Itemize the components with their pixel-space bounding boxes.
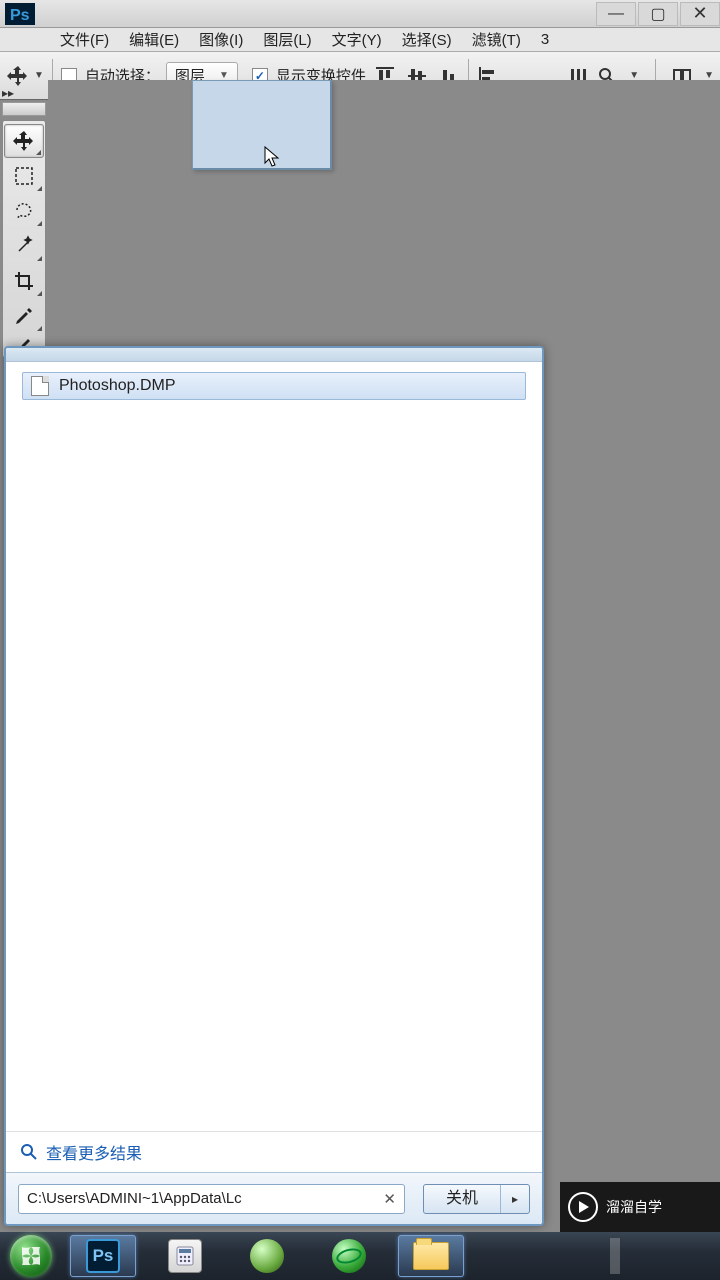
taskbar: Ps <box>0 1232 720 1280</box>
crop-tool[interactable] <box>4 264 44 298</box>
tool-preset-caret-icon[interactable]: ▼ <box>34 70 44 81</box>
close-button[interactable]: ✕ <box>680 2 720 26</box>
folder-icon <box>413 1242 449 1270</box>
search-input-value: C:\Users\ADMINI~1\AppData\Lc <box>27 1190 242 1207</box>
search-results-list: Photoshop.DMP <box>6 362 542 1131</box>
tray-edge <box>610 1238 620 1274</box>
flyout-indicator-icon <box>37 326 42 331</box>
lasso-tool[interactable] <box>4 194 44 228</box>
menu-layer[interactable]: 图层(L) <box>253 27 321 52</box>
menu-select[interactable]: 选择(S) <box>392 27 462 52</box>
windows-logo-icon <box>20 1245 42 1267</box>
panel-collapse-icon[interactable]: ▸▸ <box>2 86 16 100</box>
title-bar: Ps — ▢ ✕ <box>0 0 720 28</box>
power-label: 关机 <box>424 1185 501 1213</box>
menu-filter[interactable]: 滤镜(T) <box>462 27 531 52</box>
see-more-results-link[interactable]: 查看更多结果 <box>6 1131 542 1172</box>
flyout-indicator-icon <box>36 150 41 155</box>
flyout-indicator-icon <box>37 291 42 296</box>
search-result-item[interactable]: Photoshop.DMP <box>22 372 526 400</box>
photoshop-icon: Ps <box>86 1239 120 1273</box>
taskbar-browser-1[interactable] <box>234 1235 300 1277</box>
globe-alt-icon <box>332 1239 366 1273</box>
marquee-tool[interactable] <box>4 159 44 193</box>
menu-edit[interactable]: 编辑(E) <box>119 27 189 52</box>
search-input[interactable]: C:\Users\ADMINI~1\AppData\Lc ✕ <box>18 1184 405 1214</box>
taskbar-browser-2[interactable] <box>316 1235 382 1277</box>
menu-file[interactable]: 文件(F) <box>50 27 119 52</box>
taskbar-photoshop[interactable]: Ps <box>70 1235 136 1277</box>
flyout-indicator-icon <box>37 186 42 191</box>
magic-wand-tool[interactable] <box>4 229 44 263</box>
watermark-logo-icon <box>568 1192 598 1222</box>
flyout-indicator-icon <box>37 256 42 261</box>
taskbar-explorer[interactable] <box>398 1235 464 1277</box>
eyedropper-tool[interactable] <box>4 299 44 333</box>
move-tool[interactable] <box>4 124 44 158</box>
window-controls: — ▢ ✕ <box>594 2 720 26</box>
maximize-button[interactable]: ▢ <box>638 2 678 26</box>
globe-icon <box>250 1239 284 1273</box>
search-icon <box>20 1143 38 1161</box>
mouse-cursor-icon <box>263 145 283 174</box>
menu-image[interactable]: 图像(I) <box>189 27 253 52</box>
svg-text:Ps: Ps <box>10 7 30 24</box>
dropdown-preview-panel <box>192 80 332 170</box>
toolbox <box>2 120 46 358</box>
more-results-label: 查看更多结果 <box>46 1140 142 1164</box>
flyout-indicator-icon <box>37 221 42 226</box>
watermark-badge: 溜溜自学 <box>560 1182 720 1232</box>
power-button[interactable]: 关机 ▸ <box>423 1184 530 1214</box>
ruler-corner <box>2 102 46 116</box>
menu-type[interactable]: 文字(Y) <box>322 27 392 52</box>
ps-logo: Ps <box>0 1 40 27</box>
popup-header <box>6 348 542 362</box>
taskbar-calculator[interactable] <box>152 1235 218 1277</box>
calculator-icon <box>168 1239 202 1273</box>
move-tool-indicator-icon <box>6 64 30 88</box>
watermark-brand: 溜溜自学 <box>606 1198 662 1216</box>
start-menu-footer: C:\Users\ADMINI~1\AppData\Lc ✕ 关机 ▸ <box>6 1172 542 1224</box>
start-menu-search-popup: Photoshop.DMP 查看更多结果 C:\Users\ADMINI~1\A… <box>4 346 544 1226</box>
power-menu-arrow-icon[interactable]: ▸ <box>501 1192 529 1206</box>
file-icon <box>31 376 49 396</box>
minimize-button[interactable]: — <box>596 2 636 26</box>
clear-search-icon[interactable]: ✕ <box>383 1190 396 1208</box>
menu-bar: 文件(F) 编辑(E) 图像(I) 图层(L) 文字(Y) 选择(S) 滤镜(T… <box>0 28 720 52</box>
menu-3d-cut[interactable]: 3 <box>531 29 553 50</box>
start-button[interactable] <box>0 1232 62 1280</box>
result-filename: Photoshop.DMP <box>59 377 176 395</box>
